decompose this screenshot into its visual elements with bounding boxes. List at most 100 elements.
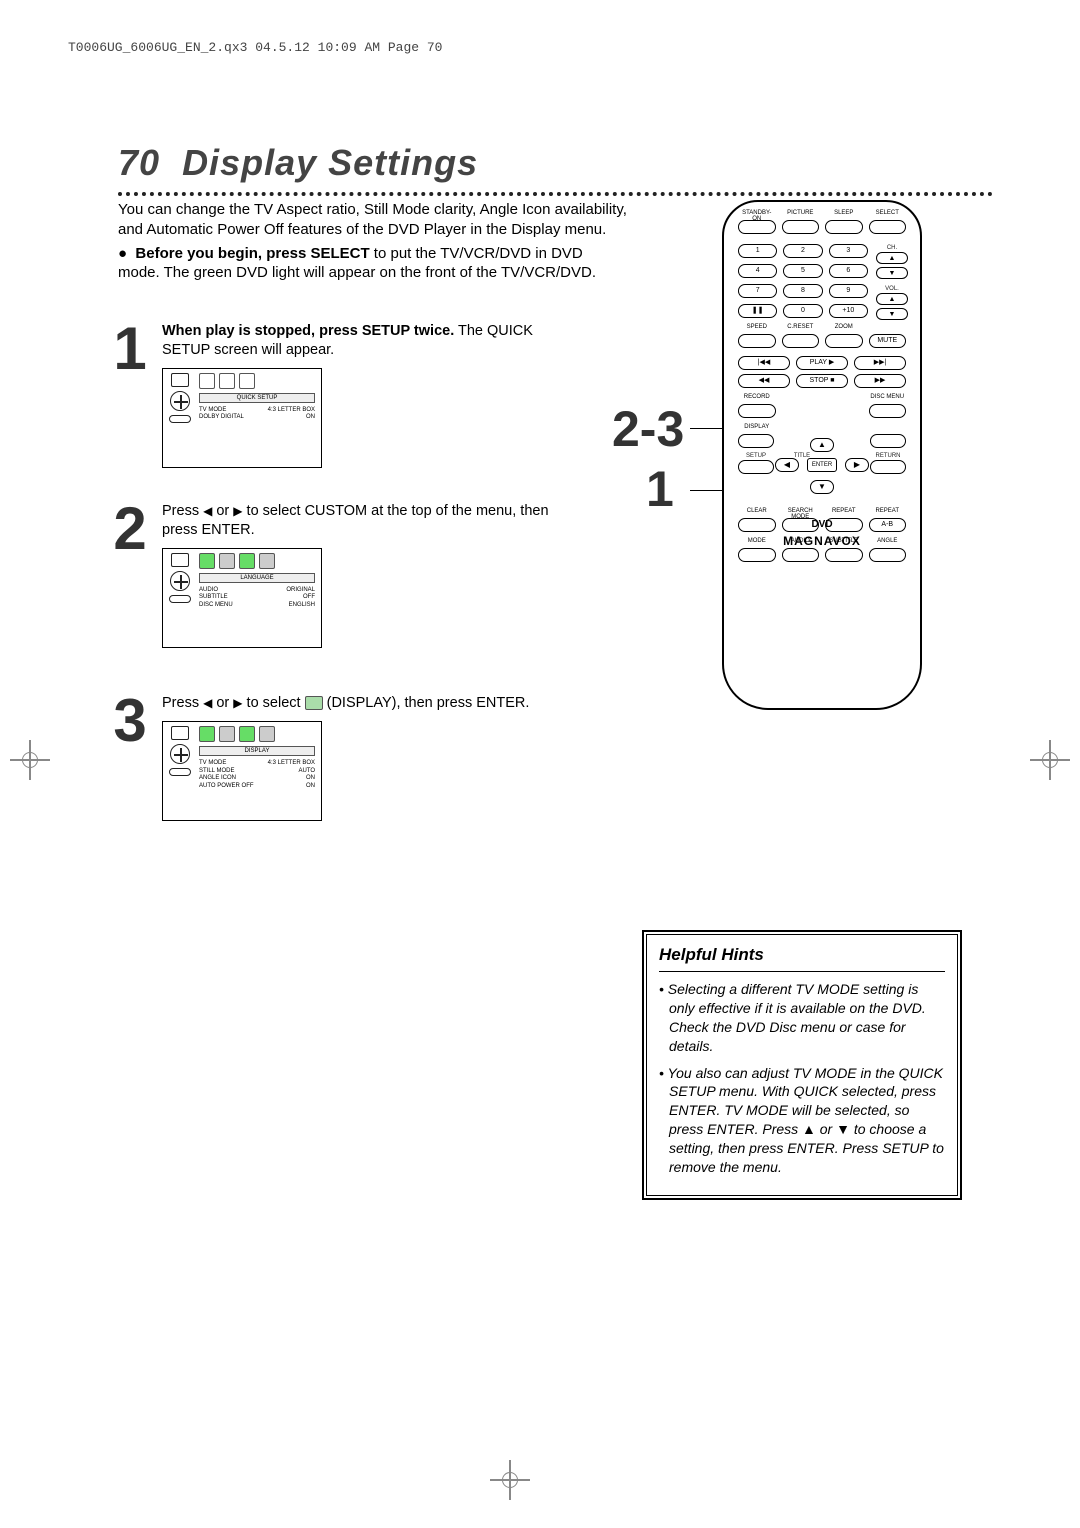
nav-cross-icon [170, 571, 190, 591]
s3-r1-r: 4:3 LETTER BOX [268, 760, 315, 768]
tv-icon [171, 553, 189, 567]
screen1-header: QUICK SETUP [199, 393, 315, 403]
dpad-right[interactable]: ▶ [845, 458, 869, 472]
hint-1-text: Selecting a different TV MODE setting is… [668, 981, 926, 1054]
step-number-3: 3 [100, 686, 160, 755]
brand-label: MAGNAVOX [724, 534, 920, 548]
pause-button[interactable]: ❚❚ [738, 304, 777, 318]
registration-mark-icon [490, 1460, 530, 1500]
bullet-icon: ● [118, 244, 131, 264]
enter-button[interactable]: ENTER [807, 458, 837, 472]
step3-mid: or [212, 695, 233, 711]
tab-parental-icon [239, 726, 255, 742]
audio-button[interactable] [782, 548, 820, 562]
source-file-header: T0006UG_6006UG_EN_2.qx3 04.5.12 10:09 AM… [68, 40, 442, 55]
tv-icon [171, 373, 189, 387]
callout-step-1: 1 [646, 460, 674, 518]
nav-cross-icon [170, 391, 190, 411]
hint-item: • Selecting a different TV MODE setting … [659, 980, 945, 1056]
num-0[interactable]: 0 [783, 304, 822, 318]
step1-bold: When play is stopped, press SETUP twice. [162, 323, 454, 339]
speed-button[interactable] [738, 334, 776, 348]
blank-right-button[interactable] [870, 434, 906, 448]
label-record: RECORD [738, 394, 776, 400]
s2-r2-r: OFF [303, 594, 315, 602]
step3-pre: Press [162, 695, 203, 711]
remote-illustration: 2-3 1 STANDBY-ON PICTURE SLEEP SELECT 1 … [682, 200, 962, 730]
zoom-button[interactable] [825, 334, 863, 348]
before-begin-bold: Before you begin, press SELECT [135, 245, 369, 262]
angle-button[interactable] [869, 548, 907, 562]
dpad-left[interactable]: ◀ [775, 458, 799, 472]
ch-up[interactable]: ▲ [876, 252, 908, 264]
stop-button[interactable]: STOP ■ [796, 374, 848, 388]
standby-button[interactable] [738, 220, 776, 234]
callout-steps-2-3: 2-3 [612, 400, 684, 458]
label-disc-menu: DISC MENU [869, 394, 907, 400]
dpad-up[interactable]: ▲ [810, 438, 834, 452]
triangle-right-icon [233, 695, 242, 711]
return-icon [169, 595, 191, 603]
rewind-button[interactable]: ◀◀ [738, 374, 790, 388]
s2-r1-r: ORIGINAL [286, 587, 315, 595]
sleep-button[interactable] [825, 220, 863, 234]
num-9[interactable]: 9 [829, 284, 868, 298]
num-6[interactable]: 6 [829, 264, 868, 278]
plus-10[interactable]: +10 [829, 304, 868, 318]
tab-display-icon [219, 726, 235, 742]
hints-title: Helpful Hints [659, 945, 945, 972]
num-5[interactable]: 5 [783, 264, 822, 278]
num-3[interactable]: 3 [829, 244, 868, 258]
s1-row2-r: ON [306, 414, 315, 422]
mute-button[interactable]: MUTE [869, 334, 907, 348]
ch-down[interactable]: ▼ [876, 267, 908, 279]
helpful-hints-box: Helpful Hints • Selecting a different TV… [642, 930, 962, 1200]
hint-2-text: You also can adjust TV MODE in the QUICK… [668, 1065, 944, 1175]
quick-setup-screen: QUICK SETUP TV MODE4:3 LETTER BOX DOLBY … [162, 368, 322, 468]
num-4[interactable]: 4 [738, 264, 777, 278]
display-screen: DISPLAY TV MODE4:3 LETTER BOX STILL MODE… [162, 721, 322, 821]
s3-r2-r: AUTO [298, 768, 315, 776]
return-button[interactable] [870, 460, 906, 474]
tab-others-icon [259, 553, 275, 569]
tab-others-icon [259, 726, 275, 742]
record-button[interactable] [738, 404, 776, 418]
next-track-button[interactable]: ▶▶| [854, 356, 906, 370]
setup-button[interactable] [738, 460, 774, 474]
label-zoom: ZOOM [825, 324, 863, 330]
language-screen: LANGUAGE AUDIOORIGINAL SUBTITLEOFF DISC … [162, 548, 322, 648]
step3-post2: (DISPLAY), then press ENTER. [327, 695, 530, 711]
vol-down[interactable]: ▼ [876, 308, 908, 320]
num-2[interactable]: 2 [783, 244, 822, 258]
dpad-down[interactable]: ▼ [810, 480, 834, 494]
s3-r4-l: AUTO POWER OFF [199, 783, 254, 791]
return-icon [169, 768, 191, 776]
mode-button[interactable] [738, 548, 776, 562]
subtitle-button[interactable] [825, 548, 863, 562]
prev-track-button[interactable]: |◀◀ [738, 356, 790, 370]
label-display: DISPLAY [738, 424, 776, 430]
num-7[interactable]: 7 [738, 284, 777, 298]
registration-mark-icon [10, 740, 50, 780]
step3-post1: to select [243, 695, 305, 711]
num-1[interactable]: 1 [738, 244, 777, 258]
creset-button[interactable] [782, 334, 820, 348]
tab-parental-icon [239, 553, 255, 569]
step-3: 3 Press or to select (DISPLAY), then pre… [100, 694, 620, 821]
label-title: TITLE [784, 452, 820, 460]
num-8[interactable]: 8 [783, 284, 822, 298]
step2-pre: Press [162, 503, 203, 519]
s2-r3-r: ENGLISH [289, 602, 315, 610]
ffwd-button[interactable]: ▶▶ [854, 374, 906, 388]
ch-label: CH. [876, 244, 908, 252]
step2-mid: or [212, 503, 233, 519]
s3-r1-l: TV MODE [199, 760, 226, 768]
select-button[interactable] [869, 220, 907, 234]
play-button[interactable]: PLAY ▶ [796, 356, 848, 370]
callout-line [690, 490, 722, 491]
remote-body: STANDBY-ON PICTURE SLEEP SELECT 1 2 3 4 … [722, 200, 922, 710]
vol-up[interactable]: ▲ [876, 293, 908, 305]
disc-menu-button[interactable] [869, 404, 907, 418]
display-button[interactable] [738, 434, 774, 448]
picture-button[interactable] [782, 220, 820, 234]
